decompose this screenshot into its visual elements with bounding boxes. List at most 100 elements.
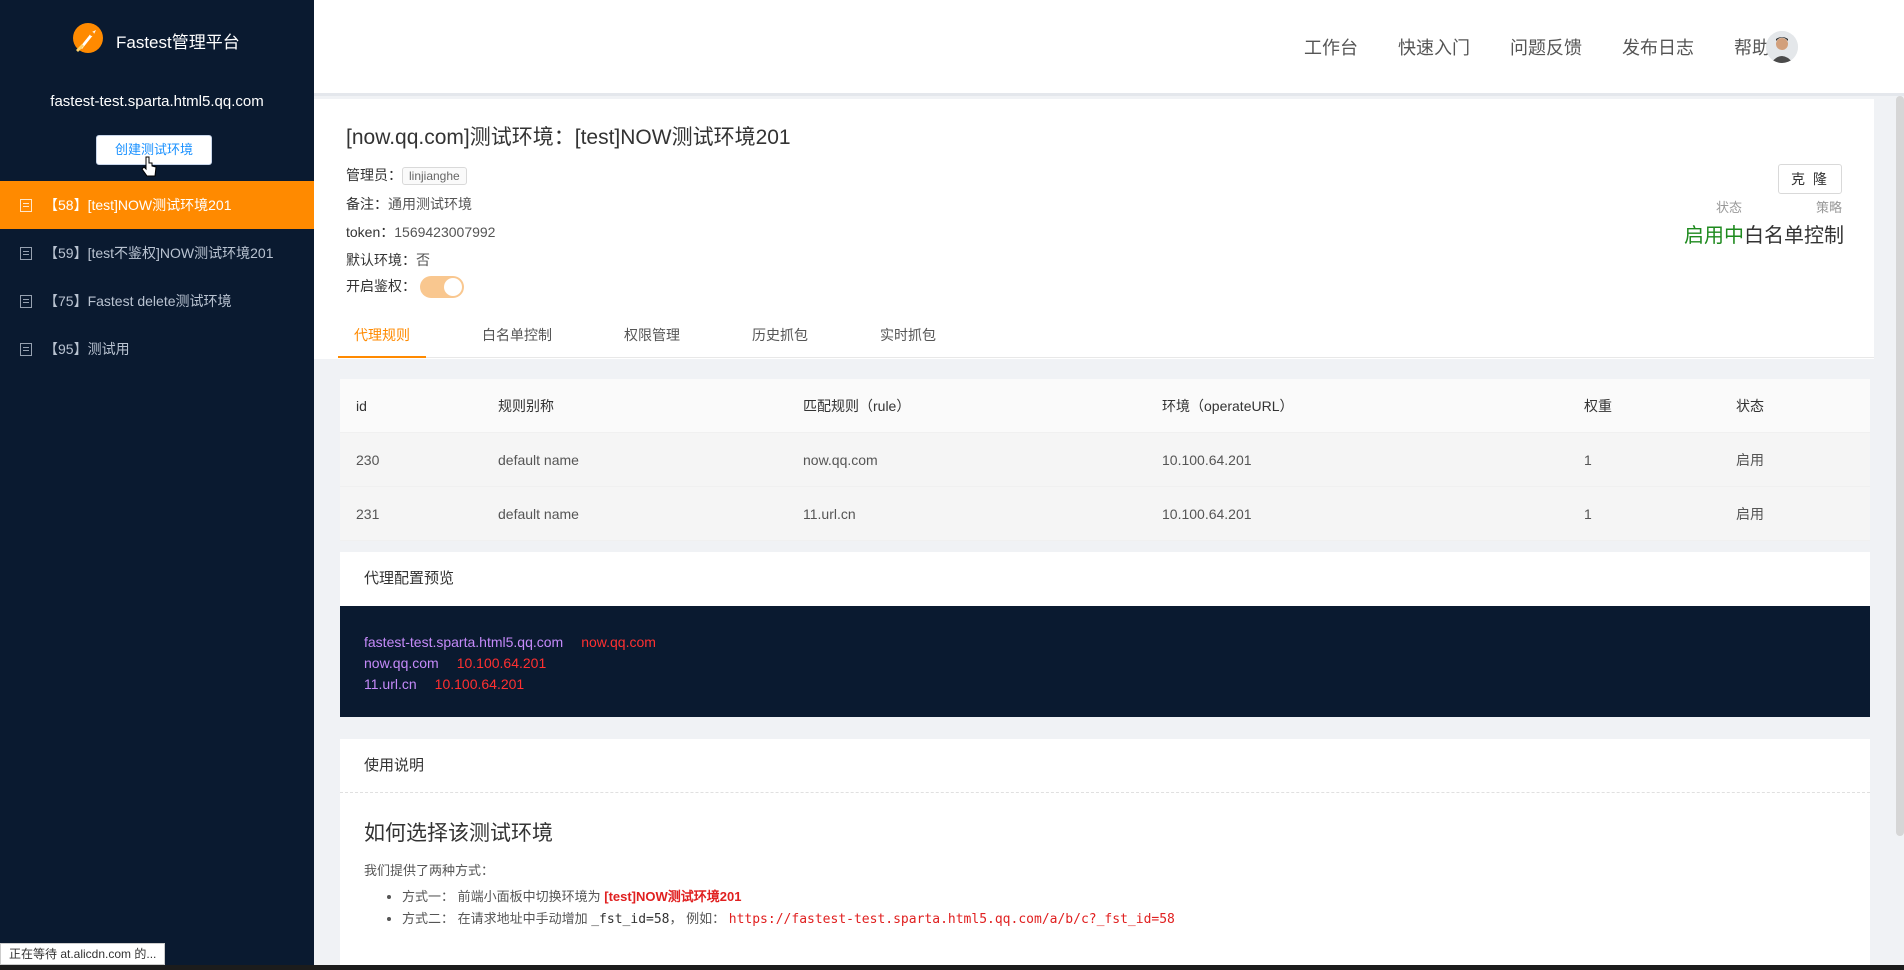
document-icon: [20, 246, 32, 260]
preview-title: 代理配置预览: [364, 570, 455, 587]
usage-heading: 如何选择该测试环境: [364, 822, 553, 845]
cell-weight: 1: [1584, 451, 1592, 468]
code-host: now.qq.com: [364, 655, 439, 671]
sidebar-item-label: 【95】测试用: [44, 341, 130, 357]
token-row: token：1569423007992: [346, 222, 495, 242]
usage-intro: 我们提供了两种方式：: [364, 863, 495, 878]
nav-workbench[interactable]: 工作台: [1304, 34, 1358, 60]
clone-button[interactable]: 克 隆: [1778, 164, 1842, 194]
page-scrollbar[interactable]: [1896, 96, 1904, 836]
status-value: 启用中: [1684, 225, 1744, 247]
cell-alias: default name: [498, 451, 579, 468]
proxy-preview-card: 代理配置预览 fastest-test.sparta.html5.qq.com n…: [340, 552, 1870, 717]
sidebar-item-75[interactable]: 【75】Fastest delete测试环境: [0, 277, 314, 325]
method-two: 方式二： 在请求地址中手动增加 _fst_id=58， 例如： https://…: [402, 908, 1175, 931]
code-target: 10.100.64.201: [434, 676, 525, 692]
table-row[interactable]: 230 default name now.qq.com 10.100.64.20…: [340, 433, 1870, 487]
brand[interactable]: Fastest管理平台: [66, 20, 240, 60]
method-two-param: _fst_id=58: [591, 912, 670, 927]
auth-toggle[interactable]: [420, 276, 464, 299]
mouse-cursor-icon: [141, 156, 157, 177]
method-two-mid: ， 例如：: [669, 911, 729, 926]
status-label: 状态: [1715, 200, 1742, 215]
cell-rule: 11.url.cn: [803, 505, 856, 522]
nav-help[interactable]: 帮助: [1734, 34, 1770, 60]
admin-row: 管理员： linjianghe: [346, 165, 467, 185]
tab-proxy-rules[interactable]: 代理规则: [338, 324, 426, 358]
col-status: 状态: [1736, 397, 1764, 414]
main-panel: [now.qq.com]测试环境：[test]NOW测试环境201 管理员： li…: [314, 99, 1874, 965]
usage-card: 使用说明 如何选择该测试环境 我们提供了两种方式： 方式一： 前端小面板中切换环…: [340, 739, 1870, 965]
tab-permissions[interactable]: 权限管理: [608, 324, 696, 358]
code-line: fastest-test.sparta.html5.qq.com now.qq.c…: [364, 632, 1846, 653]
nav-release-log[interactable]: 发布日志: [1622, 34, 1694, 60]
usage-methods: 方式一： 前端小面板中切换环境为 [test]NOW测试环境201 方式二： 在…: [402, 886, 1175, 931]
col-id: id: [356, 397, 367, 414]
code-host: 11.url.cn: [364, 676, 417, 692]
token-label: token：: [346, 224, 395, 240]
admin-label: 管理员：: [346, 167, 402, 183]
proxy-config-code: fastest-test.sparta.html5.qq.com now.qq.c…: [340, 606, 1870, 717]
code-host: fastest-test.sparta.html5.qq.com: [364, 634, 564, 650]
token-value: 1569423007992: [394, 224, 496, 240]
cell-env: 10.100.64.201: [1162, 451, 1252, 468]
remark-label: 备注：: [346, 196, 388, 212]
tab-content: id 规则别称 匹配规则（rule） 环境（operateURL） 权重 状态 …: [314, 359, 1874, 965]
method-one: 方式一： 前端小面板中切换环境为 [test]NOW测试环境201: [402, 886, 1175, 908]
remark-value: 通用测试环境: [388, 196, 472, 212]
cell-status: 启用: [1736, 505, 1764, 522]
table-header: id 规则别称 匹配规则（rule） 环境（operateURL） 权重 状态: [340, 379, 1870, 433]
strategy-value: 白名单控制: [1744, 225, 1844, 247]
top-nav: 工作台 快速入门 问题反馈 发布日志 帮助: [1264, 34, 1770, 60]
code-target: 10.100.64.201: [456, 655, 547, 671]
method-one-prefix: 方式一： 前端小面板中切换环境为: [402, 889, 605, 904]
default-env-value: 否: [416, 252, 430, 268]
cell-weight: 1: [1584, 505, 1592, 522]
default-env-row: 默认环境：否: [346, 250, 430, 270]
sidebar: Fastest管理平台 fastest-test.sparta.html5.qq…: [0, 0, 314, 965]
browser-status-bar: 正在等待 at.alicdn.com 的...: [0, 943, 166, 965]
document-icon: [20, 294, 32, 308]
code-line: now.qq.com 10.100.64.201: [364, 653, 1846, 674]
sidebar-item-label: 【75】Fastest delete测试环境: [44, 293, 232, 309]
method-one-env: [test]NOW测试环境201: [604, 889, 742, 904]
cell-status: 启用: [1736, 451, 1764, 468]
cell-id: 231: [356, 505, 380, 522]
tab-history-capture[interactable]: 历史抓包: [736, 324, 824, 358]
cell-id: 230: [356, 451, 380, 468]
col-weight: 权重: [1584, 397, 1612, 414]
auth-row: 开启鉴权：: [346, 276, 464, 299]
bottom-strip: [0, 965, 1904, 970]
page-title: [now.qq.com]测试环境：[test]NOW测试环境201: [346, 126, 791, 149]
col-rule: 匹配规则（rule）: [803, 397, 911, 414]
nav-quick-start[interactable]: 快速入门: [1398, 34, 1470, 60]
col-env: 环境（operateURL）: [1162, 397, 1294, 414]
top-header: 工作台 快速入门 问题反馈 发布日志 帮助: [314, 0, 1904, 96]
domain-label: fastest-test.sparta.html5.qq.com: [50, 93, 264, 110]
tab-whitelist[interactable]: 白名单控制: [466, 324, 568, 358]
sidebar-item-95[interactable]: 【95】测试用: [0, 325, 314, 373]
default-env-label: 默认环境：: [346, 252, 416, 268]
tab-bar: 代理规则 白名单控制 权限管理 历史抓包 实时抓包: [338, 324, 1874, 358]
usage-title: 使用说明: [340, 739, 1870, 793]
sidebar-item-label: 【58】[test]NOW测试环境201: [44, 197, 232, 213]
sidebar-item-59[interactable]: 【59】[test不鉴权]NOW测试环境201: [0, 229, 314, 277]
cell-rule: now.qq.com: [803, 451, 878, 468]
cell-alias: default name: [498, 505, 579, 522]
document-icon: [20, 342, 32, 356]
app-title: Fastest管理平台: [116, 32, 240, 52]
sidebar-item-label: 【59】[test不鉴权]NOW测试环境201: [44, 245, 274, 261]
code-target: now.qq.com: [581, 634, 656, 650]
rules-table: id 规则别称 匹配规则（rule） 环境（operateURL） 权重 状态 …: [340, 379, 1870, 541]
user-avatar-icon[interactable]: [1766, 31, 1798, 63]
admin-tag: linjianghe: [402, 167, 467, 185]
remark-row: 备注：通用测试环境: [346, 194, 472, 214]
tab-live-capture[interactable]: 实时抓包: [864, 324, 952, 358]
nav-feedback[interactable]: 问题反馈: [1510, 34, 1582, 60]
cell-env: 10.100.64.201: [1162, 505, 1252, 522]
code-line: 11.url.cn 10.100.64.201: [364, 674, 1846, 695]
table-row[interactable]: 231 default name 11.url.cn 10.100.64.201…: [340, 487, 1870, 541]
sidebar-item-58[interactable]: 【58】[test]NOW测试环境201: [0, 181, 314, 229]
auth-label: 开启鉴权：: [346, 278, 416, 294]
strategy-label: 策略: [1815, 200, 1842, 215]
